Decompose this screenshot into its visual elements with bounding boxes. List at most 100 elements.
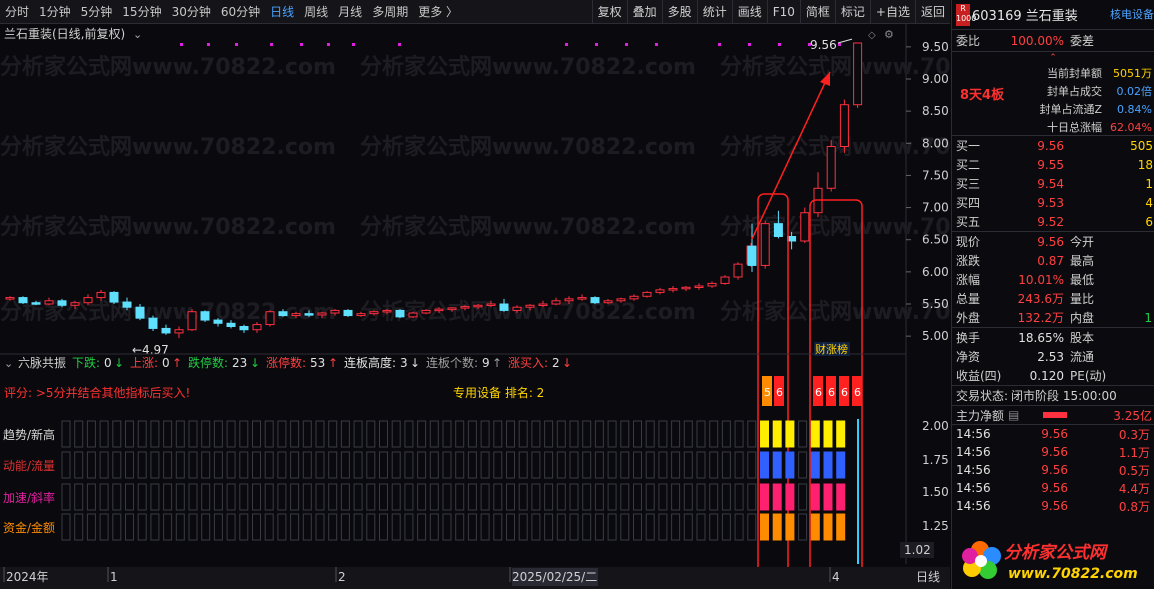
chevron-down-icon[interactable]: ⌄: [4, 357, 13, 370]
toolbar-button[interactable]: 简框: [799, 0, 835, 24]
toolbar-button[interactable]: +自选: [869, 0, 915, 24]
indicator-stat-label: 连板个数:: [426, 355, 478, 370]
period-tab[interactable]: 分时: [0, 0, 34, 24]
watermark-text: 分析家公式网www.70822.com: [360, 299, 696, 325]
indicator-name: 六脉共振: [18, 355, 66, 370]
signal-dot: [180, 43, 183, 46]
info-row: 收益(四) 0.120 PE(动): [952, 366, 1154, 385]
period-tab[interactable]: 周线: [299, 0, 333, 24]
candle-body: [564, 298, 574, 302]
period-tab[interactable]: 30分钟: [167, 0, 216, 24]
quote-value: 132.2万: [1017, 311, 1064, 325]
period-tabs: 分时 1分钟 5分钟 15分钟 30分钟 60分钟 日线 周线 月线 多周期 更多 〉: [0, 0, 463, 24]
bid-label: 买四: [956, 196, 981, 210]
candle-body: [826, 146, 836, 189]
watermark-text: 分析家公式网www.70822.com: [720, 214, 950, 240]
timeline-bar: [0, 567, 950, 589]
stock-code: 603169 兰石重装: [972, 9, 1078, 24]
period-tab[interactable]: 5分钟: [76, 0, 118, 24]
toolbar-button[interactable]: 复权: [591, 0, 627, 24]
r-badge: R 1000: [956, 3, 976, 26]
sector-tag[interactable]: 核电设备: [1110, 6, 1154, 22]
quote-label: 涨跌: [956, 254, 981, 268]
period-tab[interactable]: 15分钟: [117, 0, 166, 24]
tick-time: 14:56: [956, 427, 991, 441]
main-fund-row: 主力净额 ▤ 3.25亿: [952, 406, 1154, 425]
tick-time: 14:56: [956, 445, 991, 459]
chart-area[interactable]: 分析家公式网www.70822.com 分析家公式网www.70822.com 分析…: [0, 24, 1056, 589]
toolbar-buttons: 复权 叠加 多股 统计 画线 F10 简框 标记 +自选 返回: [591, 0, 950, 24]
period-tab[interactable]: 60分钟: [216, 0, 265, 24]
bid-row[interactable]: 买五 9.52 6: [952, 212, 1154, 231]
watermark-text: 分析家公式网www.70822.com: [720, 54, 950, 80]
candle-body: [408, 312, 418, 318]
candle-body: [473, 304, 483, 308]
collapse-arrow-icon[interactable]: ⌃: [952, 52, 1154, 64]
bid-row[interactable]: 买二 9.55 18: [952, 155, 1154, 174]
logo-title: 分析家公式网: [1004, 543, 1109, 563]
candle-body: [681, 286, 691, 290]
indicator-cell: [785, 420, 795, 448]
toolbar-button[interactable]: 标记: [834, 0, 870, 24]
candle-body: [252, 324, 262, 331]
indicator-cell: [810, 451, 820, 479]
candle-body: [590, 297, 600, 304]
info-label: 换手: [956, 331, 981, 345]
indicator-cell: [810, 513, 820, 541]
list-icon[interactable]: ▤: [1008, 408, 1019, 422]
candle-body: [343, 309, 353, 317]
toolbar-button[interactable]: 返回: [914, 0, 950, 24]
period-tab[interactable]: 月线: [333, 0, 367, 24]
period-tab[interactable]: 日线: [265, 0, 299, 24]
bid-row[interactable]: 买四 9.53 4: [952, 193, 1154, 212]
diamond-icon[interactable]: ◇: [868, 30, 876, 41]
toolbar-button[interactable]: F10: [766, 0, 800, 24]
candle-body: [787, 236, 797, 242]
kline-chart[interactable]: 分析家公式网www.70822.com 分析家公式网www.70822.com 分析…: [0, 24, 1056, 589]
timeline-label: 2: [338, 570, 346, 584]
signal-dot: [207, 43, 210, 46]
bid-label: 买二: [956, 158, 981, 172]
candle-body: [551, 300, 561, 305]
weibi-label: 委比: [956, 34, 981, 48]
toolbar-button[interactable]: 画线: [731, 0, 767, 24]
candle-body: [577, 297, 587, 300]
candle-body: [733, 263, 743, 278]
quote-label-2: 内盘: [1070, 311, 1095, 325]
signal-dot: [748, 43, 751, 46]
signal-dot: [565, 43, 568, 46]
current-indicator-value: 1.02: [904, 543, 931, 557]
price-tick-label: 8.50: [922, 104, 949, 118]
period-tab[interactable]: 1分钟: [34, 0, 76, 24]
chart-title: 兰石重装(日线,前复权): [4, 26, 125, 41]
quote-value: 0.87: [1037, 253, 1064, 268]
period-tab[interactable]: 多周期: [367, 0, 413, 24]
candle-body: [747, 245, 757, 266]
indicator-tick-label: 1.75: [922, 453, 949, 467]
timeline-period[interactable]: 日线: [916, 570, 940, 584]
period-tab[interactable]: 更多 〉: [413, 0, 463, 24]
seal-stat-value: 0.02倍: [1116, 85, 1153, 98]
app-root: 分时 1分钟 5分钟 15分钟 30分钟 60分钟 日线 周线 月线 多周期 更多 〉 复权 叠加 多股…: [0, 0, 1154, 589]
candle-body: [278, 311, 288, 317]
high-label: 9.56: [810, 38, 837, 52]
toolbar-button[interactable]: 多股: [661, 0, 697, 24]
toolbar-button[interactable]: 叠加: [626, 0, 662, 24]
candle-body: [434, 308, 444, 312]
indicator-cell: [772, 483, 782, 511]
chevron-down-icon[interactable]: ⌄: [133, 28, 142, 41]
toolbar-button[interactable]: 统计: [696, 0, 732, 24]
bid-label: 买三: [956, 177, 981, 191]
bid-row[interactable]: 买三 9.54 1: [952, 174, 1154, 193]
indicator-cell: [760, 451, 769, 479]
settings-icon[interactable]: ⚙: [884, 28, 894, 41]
info-value: 2.53: [1037, 349, 1064, 364]
signal-marker-label: 6: [828, 386, 835, 399]
hot-badge[interactable]: 财涨榜: [815, 342, 848, 356]
tick-price: 9.56: [1041, 427, 1068, 441]
candle-body: [135, 306, 145, 319]
signal-dot: [838, 43, 841, 46]
indicator-cell: [836, 513, 846, 541]
bid-row[interactable]: 买一 9.56 505: [952, 136, 1154, 155]
indicator-cell: [823, 483, 833, 511]
